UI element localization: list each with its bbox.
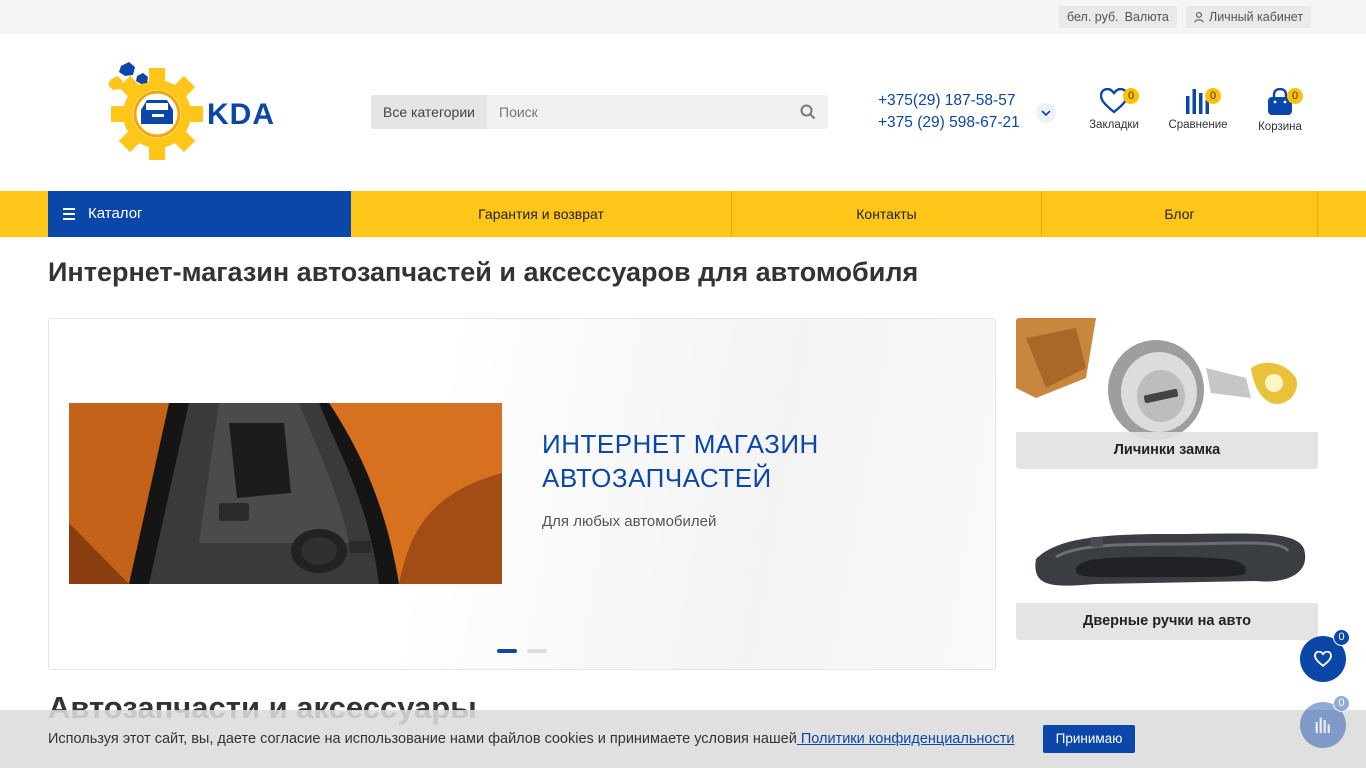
bookmarks-link[interactable]: 0 Закладки	[1079, 88, 1149, 131]
phone-2[interactable]: +375 (29) 598-67-21	[878, 112, 1020, 134]
cookie-message: Используя этот сайт, вы, даете согласие …	[48, 731, 797, 747]
top-bar: бел. руб. Валюта Личный кабинет	[0, 0, 1366, 34]
slide-subtitle: Для любых автомобилей	[542, 513, 717, 530]
car-interior-image	[69, 403, 502, 584]
nav-item-blog[interactable]: Блог	[1042, 191, 1318, 237]
account-label: Личный кабинет	[1209, 10, 1304, 24]
compare-link[interactable]: 0 Сравнение	[1163, 88, 1233, 131]
cart-label: Корзина	[1258, 121, 1302, 133]
slide-title-line-1: ИНТЕРНЕТ МАГАЗИН	[542, 429, 819, 459]
site-logo[interactable]: KDA	[107, 62, 287, 164]
heart-icon	[1314, 651, 1332, 667]
search-category-select[interactable]: Все категории	[371, 95, 487, 129]
cart-link[interactable]: 0 Корзина	[1245, 88, 1315, 133]
phone-list: +375(29) 187-58-57 +375 (29) 598-67-21	[878, 90, 1020, 134]
slide-image	[69, 403, 502, 584]
cookie-accept-button[interactable]: Принимаю	[1043, 725, 1135, 753]
currency-value: бел. руб.	[1067, 10, 1119, 24]
nav-item-warranty[interactable]: Гарантия и возврат	[351, 191, 732, 237]
user-icon	[1194, 11, 1204, 23]
search-button[interactable]	[788, 95, 828, 129]
chevron-down-icon	[1041, 110, 1051, 116]
phone-1[interactable]: +375(29) 187-58-57	[878, 90, 1020, 112]
page-title: Интернет-магазин автозапчастей и аксессу…	[48, 257, 919, 287]
cookie-banner: Используя этот сайт, вы, даете согласие …	[0, 710, 1366, 768]
privacy-policy-link[interactable]: Политики конфиденциальности	[797, 731, 1015, 747]
phones-dropdown-toggle[interactable]	[1036, 103, 1056, 123]
catalog-menu-button[interactable]: Каталог	[48, 191, 351, 237]
currency-label: Валюта	[1124, 10, 1169, 24]
cart-count: 0	[1287, 88, 1303, 104]
slide-title: ИНТЕРНЕТ МАГАЗИН АВТОЗАПЧАСТЕЙ	[542, 427, 819, 495]
nav-item-contacts[interactable]: Контакты	[732, 191, 1042, 237]
logo-text: KDA	[207, 98, 275, 131]
banner-lock-cylinders[interactable]: Личинки замка	[1016, 318, 1318, 469]
compare-icon	[1315, 717, 1330, 733]
compare-count: 0	[1205, 88, 1221, 104]
account-link[interactable]: Личный кабинет	[1186, 6, 1312, 28]
catalog-label: Каталог	[88, 205, 143, 222]
slider-dot-1[interactable]	[497, 649, 517, 653]
compare-label: Сравнение	[1168, 119, 1228, 131]
bookmarks-label: Закладки	[1089, 119, 1139, 131]
banner-door-handles[interactable]: Дверные ручки на авто	[1016, 489, 1318, 640]
menu-icon	[63, 208, 75, 220]
cookie-text: Используя этот сайт, вы, даете согласие …	[48, 731, 1014, 747]
slide-title-line-2: АВТОЗАПЧАСТЕЙ	[542, 463, 772, 493]
floating-bookmarks-count: 0	[1333, 629, 1350, 646]
logo-gear-icon	[108, 62, 203, 160]
main-nav: Каталог Гарантия и возврат Контакты Блог	[0, 191, 1366, 237]
floating-compare-count: 0	[1333, 695, 1350, 712]
banner-caption: Личинки замка	[1016, 432, 1318, 469]
hero-slider[interactable]: ИНТЕРНЕТ МАГАЗИН АВТОЗАПЧАСТЕЙ Для любых…	[48, 318, 996, 670]
slider-dot-2[interactable]	[527, 649, 547, 653]
search-input[interactable]	[487, 95, 788, 129]
bookmarks-count: 0	[1123, 88, 1139, 104]
floating-bookmarks-button[interactable]: 0	[1300, 629, 1350, 682]
currency-selector[interactable]: бел. руб. Валюта	[1059, 6, 1177, 28]
banner-caption: Дверные ручки на авто	[1016, 603, 1318, 640]
search-bar: Все категории	[371, 95, 828, 129]
floating-compare-button[interactable]: 0	[1300, 695, 1350, 748]
search-icon	[800, 104, 816, 120]
